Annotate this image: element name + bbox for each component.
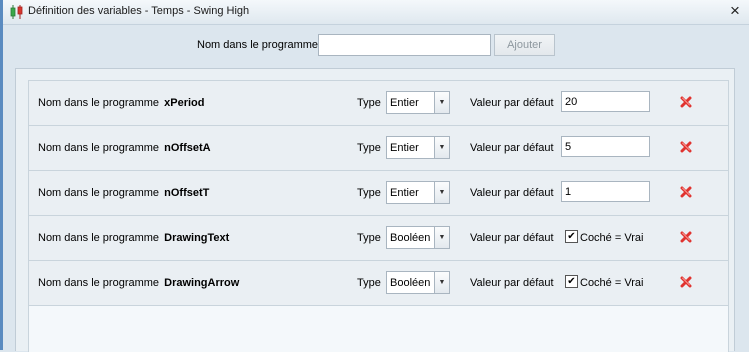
type-value: Entier: [390, 142, 419, 154]
type-select[interactable]: Booléen ▼: [386, 271, 450, 294]
close-button[interactable]: ×: [727, 2, 743, 19]
dropdown-arrow-icon[interactable]: ▼: [434, 272, 449, 293]
variables-list: Nom dans le programme xPeriod Type Entie…: [28, 80, 729, 352]
variable-row: Nom dans le programme nOffsetT Type Enti…: [29, 171, 728, 216]
type-label: Type: [357, 142, 381, 154]
variable-name: nOffsetT: [164, 187, 210, 199]
add-button[interactable]: Ajouter: [494, 34, 555, 56]
variable-name: DrawingArrow: [164, 277, 240, 289]
dropdown-arrow-icon[interactable]: ▼: [434, 137, 449, 158]
type-label: Type: [357, 97, 381, 109]
type-label: Type: [357, 232, 381, 244]
dropdown-arrow-icon[interactable]: ▼: [434, 92, 449, 113]
type-label: Type: [357, 277, 381, 289]
window-title: Définition des variables - Temps - Swing…: [28, 5, 250, 17]
variable-row: Nom dans le programme DrawingArrow Type …: [29, 261, 728, 306]
default-value-checkbox[interactable]: ✔: [565, 230, 578, 243]
new-variable-name-input[interactable]: [318, 34, 491, 56]
default-value-label: Valeur par défaut: [470, 97, 554, 109]
default-value-label: Valeur par défaut: [470, 232, 554, 244]
default-value-input[interactable]: [561, 181, 650, 202]
variable-name: xPeriod: [164, 97, 205, 109]
variable-name-label: Nom dans le programme DrawingArrow: [38, 277, 240, 289]
type-select[interactable]: Entier ▼: [386, 136, 450, 159]
variable-name: nOffsetA: [164, 142, 211, 154]
default-value-input[interactable]: [561, 91, 650, 112]
type-value: Entier: [390, 187, 419, 199]
variable-row: Nom dans le programme DrawingText Type B…: [29, 216, 728, 261]
red-x-delete-icon[interactable]: [680, 186, 692, 198]
type-value: Entier: [390, 97, 419, 109]
red-x-delete-icon[interactable]: [680, 231, 692, 243]
add-variable-bar: Nom dans le programme Ajouter: [3, 33, 749, 57]
default-value-label: Valeur par défaut: [470, 277, 554, 289]
type-label: Type: [357, 187, 381, 199]
variable-name: DrawingText: [164, 232, 230, 244]
variable-name-label: Nom dans le programme DrawingText: [38, 232, 230, 244]
red-x-delete-icon[interactable]: [680, 96, 692, 108]
variable-name-label: Nom dans le programme nOffsetA: [38, 142, 211, 154]
candlestick-chart-icon: [10, 5, 23, 19]
type-value: Booléen: [390, 232, 431, 244]
dropdown-arrow-icon[interactable]: ▼: [434, 227, 449, 248]
type-select[interactable]: Entier ▼: [386, 181, 450, 204]
new-variable-label: Nom dans le programme: [197, 39, 319, 51]
type-select[interactable]: Booléen ▼: [386, 226, 450, 249]
dialog-window: Définition des variables - Temps - Swing…: [3, 0, 749, 352]
title-bar: Définition des variables - Temps - Swing…: [3, 0, 749, 25]
default-value-input[interactable]: [561, 136, 650, 157]
default-value-label: Valeur par défaut: [470, 142, 554, 154]
red-x-delete-icon[interactable]: [680, 276, 692, 288]
variable-row: Nom dans le programme nOffsetA Type Enti…: [29, 126, 728, 171]
checkbox-label: Coché = Vrai: [580, 232, 644, 244]
default-value-checkbox[interactable]: ✔: [565, 275, 578, 288]
variable-name-label: Nom dans le programme nOffsetT: [38, 187, 210, 199]
variables-panel: Nom dans le programme xPeriod Type Entie…: [15, 68, 735, 352]
checkbox-label: Coché = Vrai: [580, 277, 644, 289]
dropdown-arrow-icon[interactable]: ▼: [434, 182, 449, 203]
default-value-label: Valeur par défaut: [470, 187, 554, 199]
type-value: Booléen: [390, 277, 431, 289]
type-select[interactable]: Entier ▼: [386, 91, 450, 114]
red-x-delete-icon[interactable]: [680, 141, 692, 153]
variable-row: Nom dans le programme xPeriod Type Entie…: [29, 81, 728, 126]
variable-name-label: Nom dans le programme xPeriod: [38, 97, 205, 109]
